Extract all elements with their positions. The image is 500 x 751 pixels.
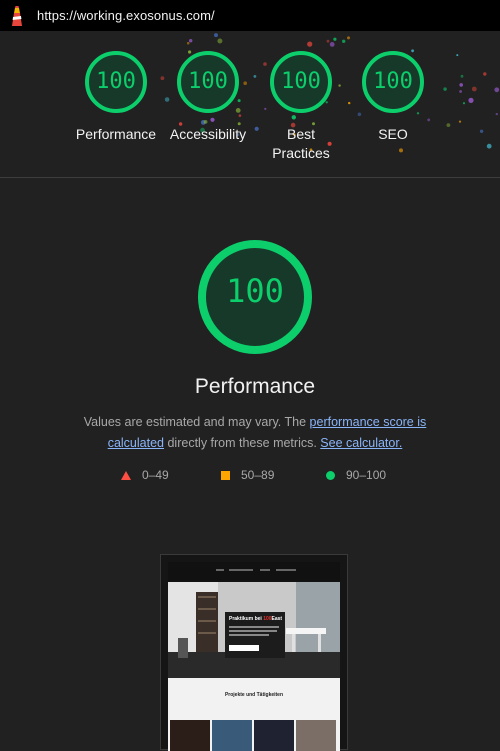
desc-text: directly from these metrics. xyxy=(164,436,321,450)
desc-text: Values are estimated and may vary. The xyxy=(83,415,310,429)
see-calculator-link[interactable]: See calculator. xyxy=(320,436,402,450)
legend-fail: 0–49 xyxy=(120,467,169,483)
confetti-dot xyxy=(458,120,462,123)
performance-description: Values are estimated and may vary. The p… xyxy=(70,412,440,454)
screenshot-hero: Praktikum bei 100East xyxy=(168,582,340,678)
confetti-dot xyxy=(459,83,464,87)
confetti-dot xyxy=(459,90,462,93)
confetti-dot xyxy=(186,41,190,45)
confetti-dot xyxy=(462,102,466,105)
confetti-dot xyxy=(217,38,223,44)
confetti-dot xyxy=(329,42,335,47)
category-gauge-seo[interactable]: 100 SEO xyxy=(338,49,448,144)
confetti-dot xyxy=(347,36,350,40)
lighthouse-icon xyxy=(12,5,22,26)
hero-button xyxy=(229,645,259,651)
screenshot-tiles xyxy=(168,712,340,751)
confetti-dot xyxy=(468,97,474,103)
confetti-dot xyxy=(214,33,218,38)
legend-pass: 90–100 xyxy=(325,467,386,483)
confetti-dot xyxy=(460,74,464,78)
circle-icon xyxy=(326,470,335,480)
top-bar: https://working.exosonus.com/ xyxy=(0,0,500,31)
final-screenshot[interactable]: Praktikum bei 100East Projekte und Tätig… xyxy=(160,554,348,751)
performance-score: 100 xyxy=(226,272,284,310)
screenshot-section-title: Projekte und Tätigkeiten xyxy=(224,692,284,698)
hero-title: Praktikum bei 100East xyxy=(229,616,283,622)
confetti-dot xyxy=(456,54,459,57)
confetti-dot xyxy=(494,87,500,93)
confetti-dot xyxy=(333,37,337,41)
gauge-score: 100 xyxy=(373,69,413,94)
confetti-dot xyxy=(189,39,193,43)
hero-card: Praktikum bei 100East xyxy=(225,612,285,658)
square-icon xyxy=(221,470,230,480)
confetti-dot xyxy=(471,86,477,92)
legend-range: 50–89 xyxy=(241,468,275,482)
screenshot-nav xyxy=(168,562,340,582)
confetti-dot xyxy=(307,41,313,47)
confetti-dot xyxy=(479,129,484,133)
legend-average: 50–89 xyxy=(220,467,274,483)
screenshot-page: Praktikum bei 100East Projekte und Tätig… xyxy=(168,562,340,751)
header-divider xyxy=(0,177,500,178)
gauge-label: SEO xyxy=(378,126,408,142)
triangle-icon xyxy=(121,470,131,480)
legend-range: 0–49 xyxy=(142,468,169,482)
gauge-label: Best Practices xyxy=(272,126,330,161)
confetti-dot xyxy=(486,143,492,149)
performance-title: Performance xyxy=(194,375,316,398)
legend-range: 90–100 xyxy=(346,468,387,482)
confetti-dot xyxy=(342,39,346,43)
confetti-dot xyxy=(495,112,498,116)
confetti-dot xyxy=(399,148,403,153)
confetti-dot xyxy=(326,39,330,43)
confetti-dot xyxy=(483,72,487,76)
page-url[interactable]: https://working.exosonus.com/ xyxy=(37,8,215,23)
report-header: 100 Performance 100 Accessibility 100 Be… xyxy=(0,31,500,177)
